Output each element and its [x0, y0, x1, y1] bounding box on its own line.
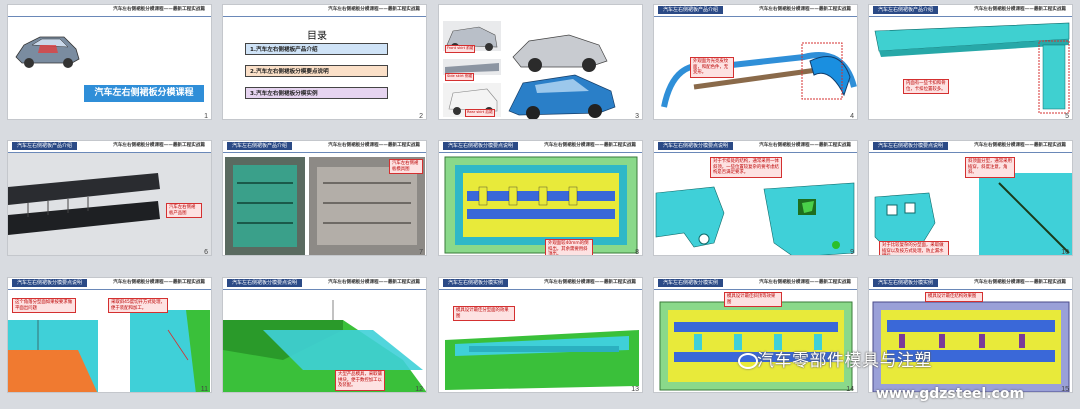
wechat-icon [738, 353, 758, 369]
slide-9[interactable]: 汽车左右侧裙板分模要点说明 汽车左右侧裙板分模课程——最新工程实战篇 对于卡扣处的… [653, 140, 858, 256]
callout-parting: 斜顶面分型，通常采用插穿，斜度注意，角斜。 [965, 157, 1015, 178]
callout-undercut: 外观面较40mm的倒扣出，其余需要用斜顶出。 [545, 239, 593, 255]
slide-2[interactable]: 汽车左右侧裙板分模课程——最新工程实战篇 目录 1.汽车左右侧裙板产品介绍 2.… [222, 4, 427, 120]
skirt-inner-view [874, 22, 1070, 114]
slide-5[interactable]: 汽车左右侧裙板产品介绍 汽车左右侧裙板分模课程——最新工程实战篇 内面有一些卡扣和… [868, 4, 1073, 120]
callout-lifter-render: 模具设计最佳斜顶等效果图 [724, 292, 782, 307]
slide-8[interactable]: 汽车左右侧裙板分模要点说明 汽车左右侧裙板分模课程——最新工程实战篇 外观面较40… [438, 140, 643, 256]
car-photos [443, 21, 616, 119]
insert-block-view [223, 300, 426, 392]
callout-surface: 外观面为光亮皮纹面，和配色件，无变形。 [690, 57, 734, 78]
slide-header: 汽车左右侧裙板分模实例 汽车左右侧裙板分模课程——最新工程实战篇 [869, 278, 1072, 290]
slide-header: 汽车左右侧裙板分模实例 汽车左右侧裙板分模课程——最新工程实战篇 [439, 278, 642, 290]
structure-render [872, 301, 1070, 392]
callout-mold: 汽车左右侧裙板模具图 [389, 159, 423, 174]
callout-lifter: 对于卡扣处的结构，通常采用一体斜顶，一些位置较复杂的要考虑结构是否满足要求。 [710, 157, 782, 178]
toc-item-1[interactable]: 1.汽车左右侧裙板产品介绍 [245, 43, 388, 55]
site-url: www.gdzsteel.com [876, 386, 1025, 402]
callout-45-cut: 采取斜45度切开方式处理，便于装配和加工。 [108, 298, 168, 313]
callout-complex-parting: 对于比较复杂的分型面，采取做插穿以及按方式处理，防止漏水擦烂。 [879, 241, 949, 255]
slide-header: 汽车左右侧裙板分模实例 汽车左右侧裙板分模课程——最新工程实战篇 [654, 278, 857, 290]
slide-header: 汽车左右侧裙板分模课程——最新工程实战篇 [223, 5, 426, 17]
slide-header: 汽车左右侧裙板产品介绍 汽车左右侧裙板分模课程——最新工程实战篇 [223, 141, 426, 153]
callout-product: 汽车左右侧裙板产品图 [166, 203, 202, 218]
slide-header: 汽车左右侧裙板分模要点说明 汽车左右侧裙板分模课程——最新工程实战篇 [439, 141, 642, 153]
label-front-skirt: Front skirt 前裙 [445, 45, 476, 53]
slide-header: 汽车左右侧裙板分模课程——最新工程实战篇 [8, 5, 211, 17]
skirt-assembly-view [661, 42, 857, 108]
slide-4[interactable]: 汽车左右侧裙板产品介绍 汽车左右侧裙板分模课程——最新工程实战篇 外观面为光亮皮纹… [653, 4, 858, 120]
slide-header: 汽车左右侧裙板产品介绍 汽车左右侧裙板分模课程——最新工程实战篇 [869, 5, 1072, 17]
slide-3[interactable]: Front skirt 前裙 Side skirt 侧裙 Rear skirt … [438, 4, 643, 120]
callout-structure-render: 模具设计最佳结构效果图 [925, 292, 983, 302]
label-rear-skirt: Rear skirt 后裙 [465, 109, 495, 117]
slide-11[interactable]: 汽车左右侧裙板分模要点说明 汽车左右侧裙板分模课程——最新工程实战篇 这个角落分型… [7, 277, 212, 393]
slide-15[interactable]: 汽车左右侧裙板分模实例 汽车左右侧裙板分模课程——最新工程实战篇 模具设计最佳结构… [868, 277, 1073, 393]
slide-header: 汽车左右侧裙板分模要点说明 汽车左右侧裙板分模课程——最新工程实战篇 [869, 141, 1072, 153]
slide-14[interactable]: 汽车左右侧裙板分模实例 汽车左右侧裙板分模课程——最新工程实战篇 模具设计最佳斜顶… [653, 277, 858, 393]
slide-header: 汽车左右侧裙板产品介绍 汽车左右侧裙板分模课程——最新工程实战篇 [8, 141, 211, 153]
slide-13[interactable]: 汽车左右侧裙板分模实例 汽车左右侧裙板分模课程——最新工程实战篇 模具设计最佳分型… [438, 277, 643, 393]
car-illustration [15, 36, 80, 68]
toc-heading: 目录 [307, 31, 327, 42]
slide-1[interactable]: 汽车左右侧裙板分模课程——最新工程实战篇 汽车左右侧裙板分模课程 1 [7, 4, 212, 120]
toc-item-2[interactable]: 2.汽车左右侧裙板分模要点说明 [245, 65, 388, 77]
callout-corner: 这个角落分型面如果按要求做平面出问题 [12, 298, 76, 313]
mold-layout-view [444, 156, 638, 254]
slide-header: 汽车左右侧裙板分模要点说明 汽车左右侧裙板分模课程——最新工程实战篇 [654, 141, 857, 153]
slide-7[interactable]: 汽车左右侧裙板产品介绍 汽车左右侧裙板分模课程——最新工程实战篇 汽车左右侧裙板模… [222, 140, 427, 256]
slide-header: 汽车左右侧裙板分模要点说明 汽车左右侧裙板分模课程——最新工程实战篇 [223, 278, 426, 290]
toc-item-3[interactable]: 3.汽车左右侧裙板分模实例 [245, 87, 388, 99]
slide-12[interactable]: 汽车左右侧裙板分模要点说明 汽车左右侧裙板分模课程——最新工程实战篇 大型产品模具… [222, 277, 427, 393]
watermark-text: 汽车零部件模具与注塑 [757, 351, 932, 371]
slide-10[interactable]: 汽车左右侧裙板分模要点说明 汽车左右侧裙板分模课程——最新工程实战篇 斜顶面分型，… [868, 140, 1073, 256]
callout-clips: 内面有一些卡扣和骨位，卡扣位置较多。 [903, 79, 949, 94]
slide-6[interactable]: 汽车左右侧裙板产品介绍 汽车左右侧裙板分模课程——最新工程实战篇 汽车左右侧裙板产… [7, 140, 212, 256]
slide-header: 汽车左右侧裙板产品介绍 汽车左右侧裙板分模课程——最新工程实战篇 [654, 5, 857, 17]
label-side-skirt: Side skirt 侧裙 [445, 73, 475, 81]
slide-header: 汽车左右侧裙板分模要点说明 汽车左右侧裙板分模课程——最新工程实战篇 [8, 278, 211, 290]
course-title: 汽车左右侧裙板分模课程 [84, 85, 204, 102]
callout-insert: 大型产品模具，采取镶拼块，便于数控加工以及装配。 [335, 370, 385, 391]
callout-parting-render: 模具设计最佳分型面的效果图 [453, 306, 515, 321]
